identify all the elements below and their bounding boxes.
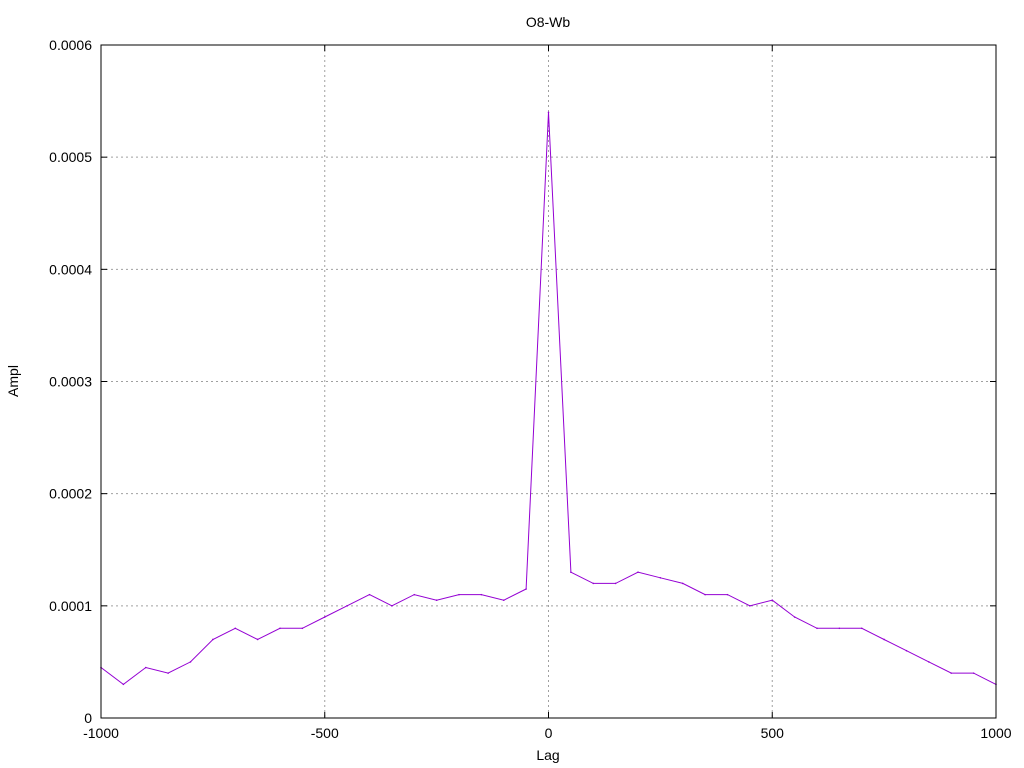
- data-point: [614, 582, 617, 585]
- data-point: [905, 649, 908, 652]
- grid: [101, 45, 996, 718]
- y-tick-label: 0.0006: [49, 37, 92, 53]
- y-tick-label: 0.0001: [49, 598, 92, 614]
- data-point: [816, 627, 818, 630]
- data-point: [323, 616, 326, 618]
- y-tick-label: 0.0005: [49, 149, 92, 165]
- data-point: [189, 661, 192, 663]
- x-tick-label: 1000: [980, 725, 1011, 741]
- data-point: [838, 627, 841, 630]
- data-point: [122, 683, 125, 686]
- data-point: [659, 576, 662, 579]
- x-tick-label: -1000: [83, 725, 119, 741]
- data-point: [458, 593, 460, 596]
- data-point: [256, 638, 259, 641]
- data-point: [681, 582, 684, 585]
- data-point: [883, 638, 885, 641]
- y-tick-label: 0.0002: [49, 486, 92, 502]
- data-point: [749, 605, 751, 607]
- data-point: [368, 593, 371, 596]
- chart-title: O8-Wb: [526, 14, 571, 30]
- y-axis-label: Ampl: [5, 365, 21, 397]
- data-point: [413, 593, 416, 596]
- data-point: [972, 672, 975, 674]
- data-point: [301, 627, 304, 630]
- line-chart: O8-Wb -1000 -500 0 500 1000 0 0.0001 0.0002 0.00…: [5, 14, 1012, 763]
- data-point: [480, 593, 483, 596]
- data-point: [704, 593, 706, 596]
- data-point: [570, 571, 572, 573]
- y-tick-label: 0.0003: [49, 374, 92, 390]
- tick-labels: -1000 -500 0 500 1000 0 0.0001 0.0002 0.0003 0.00…: [49, 37, 1012, 741]
- data-point: [950, 672, 953, 674]
- data-point: [391, 605, 393, 607]
- data-point: [346, 605, 348, 607]
- y-tick-label: 0.0004: [49, 261, 92, 277]
- series-layer: [100, 111, 997, 686]
- chart-container: O8-Wb -1000 -500 0 500 1000 0 0.0001 0.0002 0.00…: [0, 0, 1024, 768]
- x-axis-label: Lag: [536, 747, 559, 763]
- x-tick-label: 500: [761, 725, 785, 741]
- data-point: [502, 599, 505, 602]
- data-point: [435, 599, 438, 602]
- y-tick-label: 0: [84, 710, 92, 726]
- data-point: [144, 666, 147, 669]
- data-point: [726, 593, 729, 596]
- data-point: [592, 582, 595, 585]
- data-point: [167, 672, 169, 674]
- data-point: [637, 571, 639, 573]
- data-point: [212, 638, 214, 641]
- data-point: [928, 661, 930, 663]
- data-point: [860, 627, 863, 630]
- data-point: [279, 627, 281, 630]
- data-point: [771, 599, 774, 602]
- x-tick-label: 0: [545, 725, 553, 741]
- data-point: [547, 111, 550, 114]
- x-tick-label: -500: [311, 725, 339, 741]
- series-line: [100, 112, 997, 686]
- data-point: [793, 616, 796, 618]
- data-point: [234, 627, 237, 630]
- data-point: [525, 588, 527, 590]
